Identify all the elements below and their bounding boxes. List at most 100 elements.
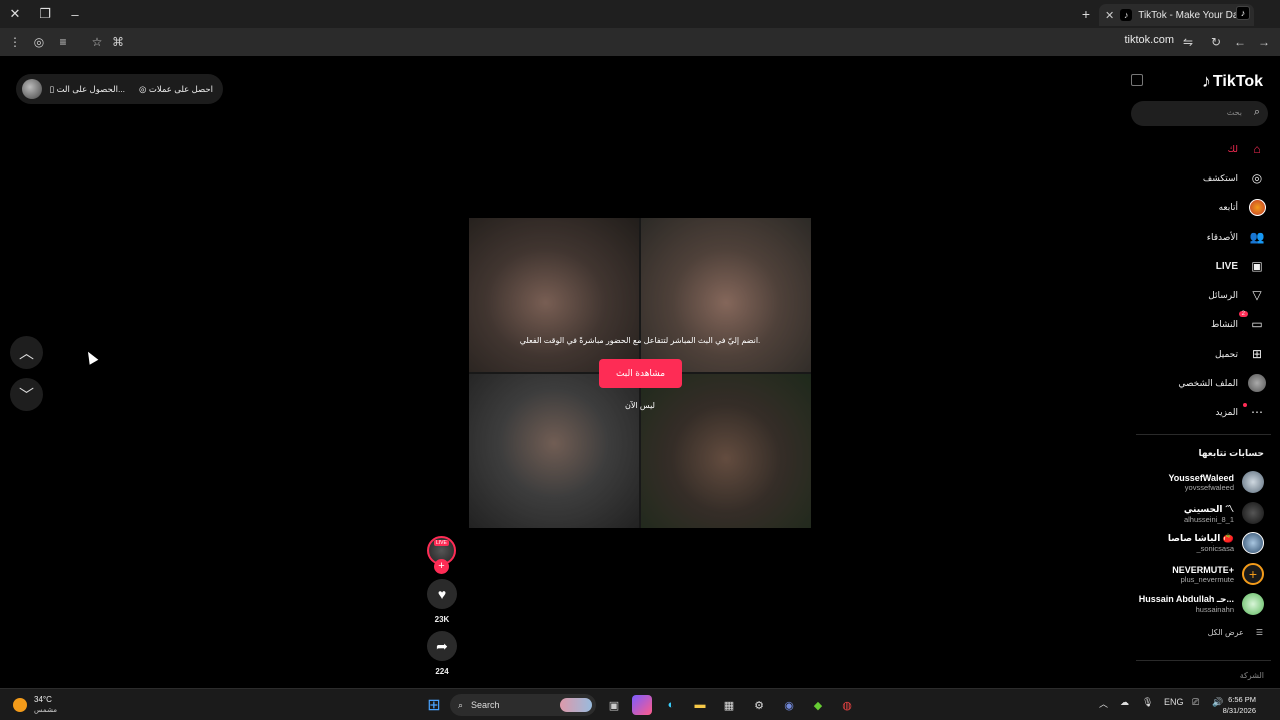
browser-menu-icon[interactable]: ⋮ (6, 33, 24, 51)
next-video-button[interactable]: ﹀ (10, 378, 43, 411)
reload-icon[interactable]: ↻ (1207, 33, 1225, 51)
discord-icon[interactable]: ◉ (779, 695, 799, 715)
account-handle: yovssefwaleed (1184, 482, 1234, 492)
url-text[interactable]: tiktok.com (1124, 34, 1174, 46)
onedrive-icon[interactable]: ☁ (1120, 697, 1129, 708)
weather-description: مشمس (34, 707, 57, 714)
browser-tab-strip: ✕ ❐ – + ✕ ♪ TikTok - Make Your Day ♪ (0, 0, 1280, 28)
following-accounts-title: حسابات تتابعها (1198, 448, 1264, 458)
tiktok-logo[interactable]: ♪ TikTok (1202, 71, 1263, 92)
avatar: + (1242, 563, 1264, 585)
tray-overflow-icon[interactable]: ︿ (1099, 697, 1108, 710)
sidebar-item-live[interactable]: LIVE ▣ (1216, 255, 1266, 277)
avatar (1242, 471, 1264, 493)
sidebar-item-profile[interactable]: الملف الشخصي (1178, 372, 1266, 394)
restore-window-icon[interactable]: ❐ (30, 0, 60, 28)
chevron-up-icon: ︿ (18, 345, 34, 362)
translate-icon[interactable]: ⌘ (109, 33, 127, 51)
share-count: 224 (435, 667, 449, 676)
sidebar-item-more[interactable]: المزيد ⋯ (1215, 401, 1266, 423)
sidebar-item-upload[interactable]: تحميل ⊞ (1215, 343, 1266, 365)
site-settings-icon[interactable]: ⇋ (1179, 33, 1197, 51)
taskbar-search[interactable]: ⌕ Search (450, 694, 596, 716)
account-name: الباشا صاصا 🍅 (1167, 533, 1234, 543)
sidebar-item-label: الأصدقاء (1206, 231, 1238, 242)
get-app-button[interactable]: ▯ الحصول على الت... (50, 84, 126, 95)
like-button[interactable]: ♥ (427, 579, 457, 609)
previous-video-button[interactable]: ︿ (10, 336, 43, 369)
notification-badge: 2 (1238, 311, 1248, 317)
search-input[interactable]: بحث ⌕ (1131, 101, 1268, 126)
get-app-label: الحصول على الت... (56, 83, 126, 94)
avatar[interactable] (22, 79, 42, 99)
profile-avatar-icon (1248, 374, 1266, 392)
account-item[interactable]: YoussefWaleed yovssefwaleed (1168, 469, 1264, 495)
clock-time: 6:56 PM (1228, 695, 1256, 704)
reading-list-icon[interactable]: ≡ (54, 33, 72, 51)
browser-tab[interactable]: ✕ ♪ TikTok - Make Your Day (1099, 4, 1254, 26)
live-tv-icon: ▣ (1251, 259, 1263, 273)
task-view-icon[interactable]: ▣ (604, 695, 624, 715)
tab-close-icon[interactable]: ✕ (1105, 9, 1114, 22)
collapse-sidebar-icon[interactable] (1131, 74, 1143, 86)
like-count: 23K (434, 615, 450, 624)
sidebar-item-friends[interactable]: الأصدقاء 👥 (1207, 226, 1266, 248)
sun-icon[interactable] (13, 698, 27, 712)
share-button[interactable]: ➦ (427, 631, 457, 661)
weather-temperature[interactable]: 34°C (34, 695, 52, 704)
sidebar-item-explore[interactable]: استكشف ◎ (1203, 167, 1266, 189)
live-video-player[interactable]: انضم إليّ في البث المباشر لتتفاعل مع الح… (469, 218, 811, 528)
tab-title: TikTok - Make Your Day (1138, 9, 1244, 21)
windows-start-icon[interactable]: ⊞ (424, 695, 444, 715)
see-all-link[interactable]: عرض الكل ☰ (1208, 628, 1263, 637)
edge-icon[interactable]: ◐ (661, 695, 681, 715)
volume-icon[interactable]: 🔊 (1212, 697, 1223, 708)
tiktok-pinned-icon[interactable]: ♪ (1236, 6, 1250, 20)
sidebar-item-following[interactable]: أتابعه (1219, 196, 1266, 218)
follow-button[interactable]: + (434, 559, 449, 574)
account-handle: plus_nevermute (1180, 574, 1234, 584)
system-clock[interactable]: 6:56 PM 8/31/2026 (1223, 694, 1256, 716)
sidebar-item-messages[interactable]: الرسائل ▽ (1208, 284, 1266, 306)
back-icon[interactable]: ← (1231, 33, 1249, 51)
get-coins-label: احصل على عملات (148, 83, 213, 94)
new-tab-button[interactable]: + (1077, 5, 1095, 23)
minimize-window-icon[interactable]: – (60, 0, 90, 28)
account-item[interactable]: NEVERMUTE+ plus_nevermute + (1172, 561, 1264, 587)
sidebar-item-label: LIVE (1215, 260, 1238, 272)
company-link[interactable]: الشركة (1240, 671, 1264, 680)
sidebar-item-for-you[interactable]: لك ⌂ (1228, 138, 1266, 160)
following-icon (1248, 198, 1266, 216)
sidebar-item-label: استكشف (1202, 172, 1238, 183)
settings-gear-icon[interactable]: ⚙ (749, 695, 769, 715)
bookmark-star-icon[interactable]: ☆ (88, 33, 106, 51)
account-name: Hussain Abdullah حـ... (1138, 594, 1234, 604)
sidebar-item-label: أتابعه (1218, 201, 1238, 212)
network-icon[interactable]: ⎚ (1192, 697, 1199, 708)
account-name: NEVERMUTE+ (1172, 564, 1234, 575)
address-bar: ⋮ ◎ ≡ ☆ ⌘ tiktok.com ⇋ ↻ ← → (0, 28, 1280, 56)
microphone-icon[interactable]: 🎙 (1142, 697, 1153, 708)
search-icon[interactable]: ⌕ (1254, 106, 1260, 119)
language-indicator[interactable]: ENG (1164, 697, 1184, 707)
close-window-icon[interactable]: ✕ (0, 0, 30, 28)
search-highlight-icon (560, 698, 592, 712)
avatar (1242, 502, 1264, 524)
friends-icon: 👥 (1249, 230, 1265, 244)
watch-live-button[interactable]: مشاهدة البث (599, 359, 682, 388)
account-item[interactable]: الباشا صاصا 🍅 _sonicsasa (1168, 530, 1264, 556)
file-explorer-icon[interactable]: ▬ (690, 695, 710, 715)
account-item[interactable]: Hussain Abdullah حـ... hussainahn (1139, 591, 1264, 617)
sidebar-item-activity[interactable]: النشاط ▭ 2 (1211, 311, 1266, 335)
forward-icon[interactable]: → (1255, 33, 1273, 51)
get-coins-button[interactable]: ◎ احصل على عملات (139, 84, 213, 95)
account-item[interactable]: الحسيني 〽 alhusseini_8_1 (1184, 500, 1264, 526)
profile-icon[interactable]: ◎ (30, 33, 48, 51)
chrome-icon[interactable]: ◍ (837, 695, 857, 715)
copilot-icon[interactable] (632, 695, 652, 715)
search-icon: ⌕ (458, 699, 464, 710)
upload-icon: ⊞ (1251, 347, 1263, 361)
store-icon[interactable]: ▦ (719, 695, 739, 715)
not-now-link[interactable]: ليس الآن (469, 401, 811, 410)
app-cube-icon[interactable]: ◆ (808, 695, 828, 715)
